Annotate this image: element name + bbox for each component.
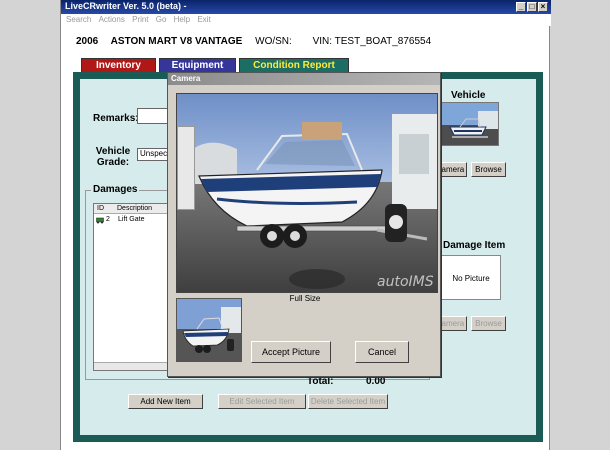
total-value: 0.00 — [366, 376, 386, 387]
damage-browse-button[interactable]: Browse — [471, 316, 506, 331]
camera-dialog: Camera autoIMS Full Size Accept Picture … — [167, 72, 441, 377]
close-button[interactable]: × — [538, 2, 548, 12]
menu-help[interactable]: Help — [174, 15, 190, 24]
menu-search[interactable]: Search — [66, 15, 91, 24]
damages-list-header: ID Description — [94, 204, 172, 214]
menu-actions[interactable]: Actions — [99, 15, 125, 24]
total-label: Total: — [307, 376, 334, 387]
vin-label: VIN: TEST_BOAT_876554 — [312, 36, 432, 47]
watermark-text: autoIMS — [377, 274, 434, 290]
remarks-label: Remarks: — [93, 113, 139, 124]
table-row[interactable]: 2 Lift Gate — [94, 216, 172, 226]
menu-go[interactable]: Go — [156, 15, 167, 24]
damage-id: 2 — [106, 216, 110, 223]
vehicle-photo-thumbnail — [441, 102, 499, 146]
vehicle-name: ASTON MART V8 VANTAGE — [110, 36, 243, 47]
desktop-left — [0, 0, 60, 450]
vehicle-grade-label: Vehicle Grade: — [93, 146, 133, 168]
window-title: LiveCRwriter Ver. 5.0 (beta) - — [65, 1, 187, 11]
vehicle-browse-button[interactable]: Browse — [471, 162, 506, 177]
column-id[interactable]: ID — [97, 205, 104, 212]
vehicle-header: 2006 ASTON MART V8 VANTAGE WO/SN: VIN: T… — [76, 36, 439, 47]
title-bar: LiveCRwriter Ver. 5.0 (beta) - — [61, 0, 551, 14]
accept-picture-button[interactable]: Accept Picture — [251, 341, 331, 363]
dialog-scrollbar[interactable] — [177, 126, 195, 210]
damage-description: Lift Gate — [118, 216, 145, 223]
edit-selected-item-button[interactable]: Edit Selected Item — [218, 394, 306, 409]
vehicle-year: 2006 — [76, 36, 99, 47]
camera-preview-image: autoIMS — [176, 93, 438, 293]
vehicle-photo-label: Vehicle — [451, 90, 486, 101]
tab-equipment[interactable]: Equipment — [159, 58, 236, 72]
damages-label: Damages — [91, 184, 140, 195]
menu-bar: Search Actions Print Go Help Exit — [61, 14, 551, 26]
cancel-button[interactable]: Cancel — [355, 341, 409, 363]
delete-selected-item-button[interactable]: Delete Selected Item — [308, 394, 388, 409]
vehicle-grade-label-text: Vehicle Grade: — [95, 146, 131, 168]
car-icon — [96, 216, 104, 224]
camera-dialog-title: Camera — [168, 73, 440, 85]
desktop-right — [550, 0, 610, 450]
captured-thumbnail[interactable] — [176, 298, 242, 362]
add-new-item-button[interactable]: Add New Item — [128, 394, 203, 409]
menu-exit[interactable]: Exit — [197, 15, 210, 24]
wo-label: WO/SN: — [255, 36, 292, 47]
damage-item-label: Damage Item — [443, 240, 506, 251]
column-description[interactable]: Description — [117, 205, 152, 212]
tab-inventory[interactable]: Inventory — [81, 58, 156, 72]
maximize-button[interactable]: □ — [527, 2, 537, 12]
tab-condition-report[interactable]: Condition Report — [239, 58, 349, 72]
damage-item-picture: No Picture — [441, 255, 501, 300]
damages-list[interactable]: ID Description 2 Lift Gate — [93, 203, 173, 371]
menu-print[interactable]: Print — [132, 15, 148, 24]
horizontal-scrollbar[interactable] — [94, 362, 172, 370]
minimize-button[interactable]: _ — [516, 2, 526, 12]
